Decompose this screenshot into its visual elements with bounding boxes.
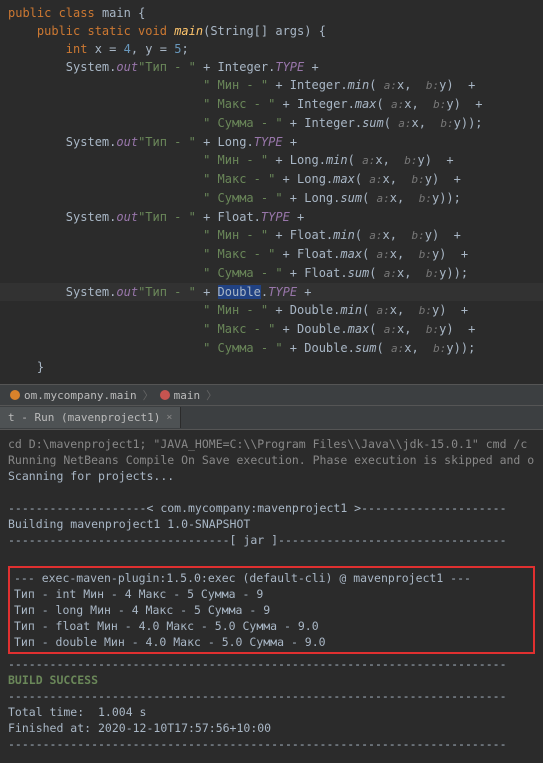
code-editor[interactable]: public class main { public static void m… bbox=[0, 0, 543, 384]
close-icon[interactable]: × bbox=[166, 412, 172, 423]
class-icon bbox=[10, 390, 20, 400]
console-line: ----------------------------------------… bbox=[8, 688, 535, 704]
code-line: public class main { bbox=[0, 4, 543, 22]
code-line: " Мин - " + Double.min( a:x, b:y) + bbox=[0, 301, 543, 320]
console-line: BUILD SUCCESS bbox=[8, 672, 535, 688]
breadcrumb-label: main bbox=[174, 389, 201, 402]
method-icon bbox=[160, 390, 170, 400]
highlighted-output: --- exec-maven-plugin:1.5.0:exec (defaul… bbox=[8, 566, 535, 654]
code-line: " Макс - " + Float.max( a:x, b:y) + bbox=[0, 245, 543, 264]
console-line: cd D:\mavenproject1; "JAVA_HOME=C:\\Prog… bbox=[8, 436, 535, 452]
console-line bbox=[8, 548, 535, 564]
breadcrumb: om.mycompany.main 〉 main 〉 bbox=[0, 384, 543, 406]
breadcrumb-item[interactable]: main bbox=[154, 389, 207, 402]
code-line: " Макс - " + Long.max( a:x, b:y) + bbox=[0, 170, 543, 189]
console-line: --------------------------------[ jar ]-… bbox=[8, 532, 535, 548]
console-line: --- exec-maven-plugin:1.5.0:exec (defaul… bbox=[14, 570, 529, 586]
breadcrumb-label: om.mycompany.main bbox=[24, 389, 137, 402]
code-line: " Макс - " + Double.max( a:x, b:y) + bbox=[0, 320, 543, 339]
code-line: } bbox=[0, 358, 543, 376]
code-line: System.out"Тип - " + Long.TYPE + bbox=[0, 133, 543, 151]
code-line: " Мин - " + Long.min( a:x, b:y) + bbox=[0, 151, 543, 170]
code-line: " Макс - " + Integer.max( a:x, b:y) + bbox=[0, 95, 543, 114]
code-line: System.out"Тип - " + Integer.TYPE + bbox=[0, 58, 543, 76]
code-line: public static void main(String[] args) { bbox=[0, 22, 543, 40]
code-line: int x = 4, y = 5; bbox=[0, 40, 543, 58]
run-tab[interactable]: t - Run (mavenproject1) × bbox=[0, 407, 181, 428]
chevron-right-icon: 〉 bbox=[206, 387, 217, 403]
code-line: " Сумма - " + Double.sum( a:x, b:y)); bbox=[0, 339, 543, 358]
breadcrumb-item[interactable]: om.mycompany.main bbox=[4, 389, 143, 402]
console-line: Тип - long Мин - 4 Макс - 5 Сумма - 9 bbox=[14, 602, 529, 618]
console-line: Total time: 1.004 s bbox=[8, 704, 535, 720]
chevron-right-icon: 〉 bbox=[143, 387, 154, 403]
console-line: Тип - double Мин - 4.0 Макс - 5.0 Сумма … bbox=[14, 634, 529, 650]
tab-bar: t - Run (mavenproject1) × bbox=[0, 406, 543, 430]
console-line: Тип - int Мин - 4 Макс - 5 Сумма - 9 bbox=[14, 586, 529, 602]
code-line: " Мин - " + Float.min( a:x, b:y) + bbox=[0, 226, 543, 245]
console-line: Scanning for projects... bbox=[8, 468, 535, 484]
console-line: Тип - float Мин - 4.0 Макс - 5.0 Сумма -… bbox=[14, 618, 529, 634]
code-line: " Сумма - " + Long.sum( a:x, b:y)); bbox=[0, 189, 543, 208]
code-line: System.out"Тип - " + Double.TYPE + bbox=[0, 283, 543, 301]
code-line: " Сумма - " + Integer.sum( a:x, b:y)); bbox=[0, 114, 543, 133]
console-line bbox=[8, 484, 535, 500]
console-line: Finished at: 2020-12-10T17:57:56+10:00 bbox=[8, 720, 535, 736]
console-line: Building mavenproject1 1.0-SNAPSHOT bbox=[8, 516, 535, 532]
console-line: --------------------< com.mycompany:mave… bbox=[8, 500, 535, 516]
console-line: ----------------------------------------… bbox=[8, 656, 535, 672]
code-line: " Мин - " + Integer.min( a:x, b:y) + bbox=[0, 76, 543, 95]
code-line: System.out"Тип - " + Float.TYPE + bbox=[0, 208, 543, 226]
tab-label: t - Run (mavenproject1) bbox=[8, 411, 160, 424]
console-line: ----------------------------------------… bbox=[8, 736, 535, 752]
console-line: Running NetBeans Compile On Save executi… bbox=[8, 452, 535, 468]
code-line: " Сумма - " + Float.sum( a:x, b:y)); bbox=[0, 264, 543, 283]
console-output[interactable]: cd D:\mavenproject1; "JAVA_HOME=C:\\Prog… bbox=[0, 430, 543, 758]
